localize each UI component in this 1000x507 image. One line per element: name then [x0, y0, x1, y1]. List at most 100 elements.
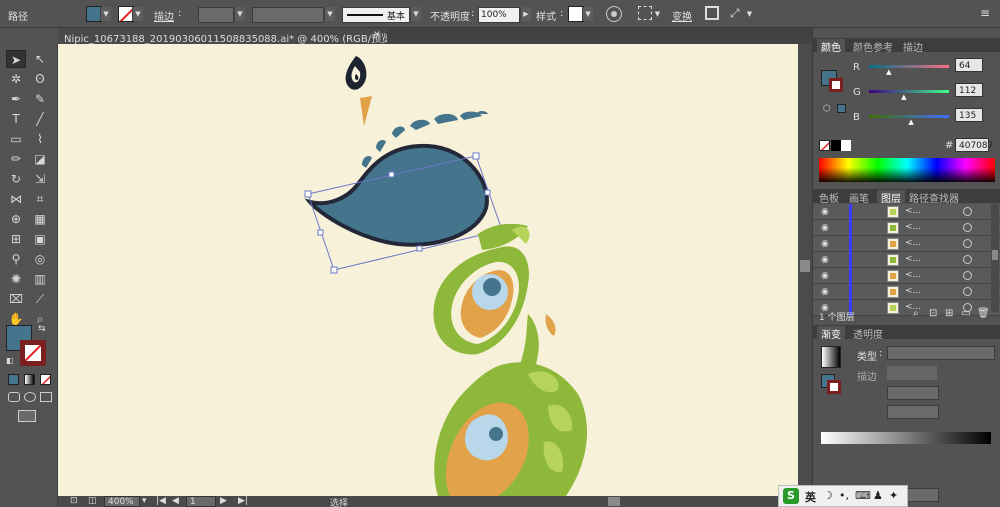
web-safe-swatch[interactable] [837, 104, 846, 113]
target-circle-icon[interactable] [963, 271, 972, 280]
stroke-gradient-options[interactable] [887, 366, 937, 380]
prev-artboard-icon[interactable]: ◀ [172, 496, 179, 506]
target-circle-icon[interactable] [963, 255, 972, 264]
panel-stroke-swatch[interactable] [829, 78, 843, 92]
none-mode-icon[interactable] [40, 374, 51, 385]
visibility-eye-icon[interactable]: ◉ [821, 255, 829, 265]
tab-color[interactable]: 颜色 [817, 39, 845, 54]
horizontal-scroll-thumb[interactable] [608, 497, 620, 506]
transform-options-icon[interactable]: ⤢ [730, 6, 744, 20]
lasso-tool-icon[interactable]: ʘ [30, 70, 50, 88]
g-value-input[interactable]: 112 [955, 83, 983, 97]
line-tool-icon[interactable]: ╱ [30, 110, 50, 128]
layer-row[interactable]: ◉ <... [813, 284, 1000, 300]
magic-wand-tool-icon[interactable]: ✲ [6, 70, 26, 88]
make-clipping-mask-icon[interactable]: ⊡ [929, 308, 937, 319]
visibility-eye-icon[interactable]: ◉ [821, 271, 829, 281]
tab-brushes[interactable]: 画笔 [849, 190, 869, 205]
ime-user-icon[interactable]: ♟ [873, 489, 883, 502]
tab-swatches[interactable]: 色板 [819, 190, 839, 205]
crest-feather[interactable] [345, 56, 372, 126]
pen-tool-icon[interactable]: ✒ [6, 90, 26, 108]
eyedropper-tool-icon[interactable]: ⚲ [6, 250, 26, 268]
white-swatch[interactable] [841, 140, 851, 151]
selection-tool-icon[interactable]: ➤ [6, 50, 26, 68]
g-slider[interactable] [869, 90, 949, 93]
first-artboard-icon[interactable]: |◀ [156, 496, 166, 506]
stroke-label[interactable]: 描边 [154, 8, 174, 23]
gradient-tool-icon[interactable]: ▣ [30, 230, 50, 248]
r-slider[interactable] [869, 65, 949, 68]
layer-row[interactable]: ◉ <... [813, 220, 1000, 236]
doc-info-icon[interactable]: ◫ [88, 496, 97, 506]
symbol-sprayer-tool-icon[interactable]: ✺ [6, 270, 26, 288]
new-sublayer-icon[interactable]: ⊞ [945, 308, 953, 319]
zoom-arrow[interactable]: ▾ [142, 496, 147, 506]
new-layer-icon[interactable]: ▭ [961, 308, 970, 319]
direct-selection-tool-icon[interactable]: ↖ [30, 50, 50, 68]
type-tool-icon[interactable]: T [6, 110, 26, 128]
gradient-preview[interactable] [821, 346, 841, 368]
target-circle-icon[interactable] [963, 287, 972, 296]
rectangle-tool-icon[interactable]: ▭ [6, 130, 26, 148]
page-field[interactable]: 1 [186, 496, 216, 507]
target-circle-icon[interactable] [963, 239, 972, 248]
layer-name[interactable]: <... [905, 238, 921, 248]
gradient-slider[interactable] [821, 432, 991, 444]
fill-dropdown-arrow[interactable]: ▼ [100, 7, 111, 21]
stroke-weight-field[interactable] [198, 7, 234, 23]
stroke-dropdown-arrow[interactable]: ▼ [132, 7, 143, 21]
layer-row[interactable]: ◉ <... [813, 268, 1000, 284]
layer-row[interactable]: ◉ <... [813, 236, 1000, 252]
none-color-icon[interactable] [819, 140, 830, 151]
aspect-ratio-field[interactable] [887, 405, 939, 419]
layer-row[interactable]: ◉ <... [813, 204, 1000, 220]
variable-width-profile[interactable] [252, 7, 324, 23]
ime-logo-icon[interactable]: S [783, 488, 799, 504]
color-spectrum[interactable] [819, 158, 995, 182]
draw-normal-icon[interactable] [8, 392, 20, 402]
vertical-scroll-thumb[interactable] [800, 260, 810, 272]
ime-keyboard-icon[interactable]: ⌨ [855, 489, 871, 502]
tab-gradient[interactable]: 渐变 [817, 326, 845, 341]
r-slider-thumb[interactable]: ▲ [886, 68, 891, 76]
body-eye-upper[interactable] [433, 223, 556, 370]
vertical-scrollbar[interactable] [798, 44, 812, 496]
opacity-input[interactable]: 100% [478, 7, 520, 23]
profile-arrow[interactable]: ▼ [324, 7, 335, 21]
delete-layer-icon[interactable]: 🗑 [977, 308, 990, 319]
default-colors-icon[interactable]: ◧ [6, 356, 14, 365]
tab-pathfinder[interactable]: 路径查找器 [909, 190, 959, 205]
zoom-field[interactable]: 400% [104, 496, 140, 507]
artboard-tool-icon[interactable]: ⌧ [6, 290, 26, 308]
gradient-mode-icon[interactable] [24, 374, 35, 385]
recolor-icon[interactable] [606, 6, 622, 22]
isolate-icon[interactable] [705, 6, 719, 20]
gradient-stroke-swatch[interactable] [827, 380, 841, 394]
scale-tool-icon[interactable]: ⇲ [30, 170, 50, 188]
target-circle-icon[interactable] [963, 207, 972, 216]
tab-layers[interactable]: 图层 [877, 190, 905, 205]
stroke-weight-arrow[interactable]: ▼ [234, 7, 245, 21]
mesh-tool-icon[interactable]: ⊞ [6, 230, 26, 248]
blend-tool-icon[interactable]: ◎ [30, 250, 50, 268]
next-artboard-icon[interactable]: ▶ [220, 496, 227, 506]
layer-row[interactable]: ◉ <... [813, 252, 1000, 268]
column-graph-tool-icon[interactable]: ▥ [30, 270, 50, 288]
shape-builder-tool-icon[interactable]: ⊕ [6, 210, 26, 228]
rotate-tool-icon[interactable]: ↻ [6, 170, 26, 188]
layer-name[interactable]: <... [905, 270, 921, 280]
eraser-tool-icon[interactable]: ◪ [30, 150, 50, 168]
r-value-input[interactable]: 64 [955, 58, 983, 72]
brush-arrow[interactable]: ▼ [410, 7, 421, 21]
ime-settings-icon[interactable]: ✦ [889, 489, 898, 502]
layer-name[interactable]: <... [905, 222, 921, 232]
hex-value-input[interactable]: 407087 [955, 138, 993, 152]
stroke-color-box[interactable] [20, 340, 46, 366]
layer-name[interactable]: <... [905, 206, 921, 216]
artboard-nav-icon[interactable]: ⊡ [70, 496, 78, 506]
close-tab-icon[interactable]: × [373, 29, 381, 40]
b-value-input[interactable]: 135 [955, 108, 983, 122]
target-circle-icon[interactable] [963, 223, 972, 232]
screen-mode-icon[interactable] [18, 410, 36, 422]
